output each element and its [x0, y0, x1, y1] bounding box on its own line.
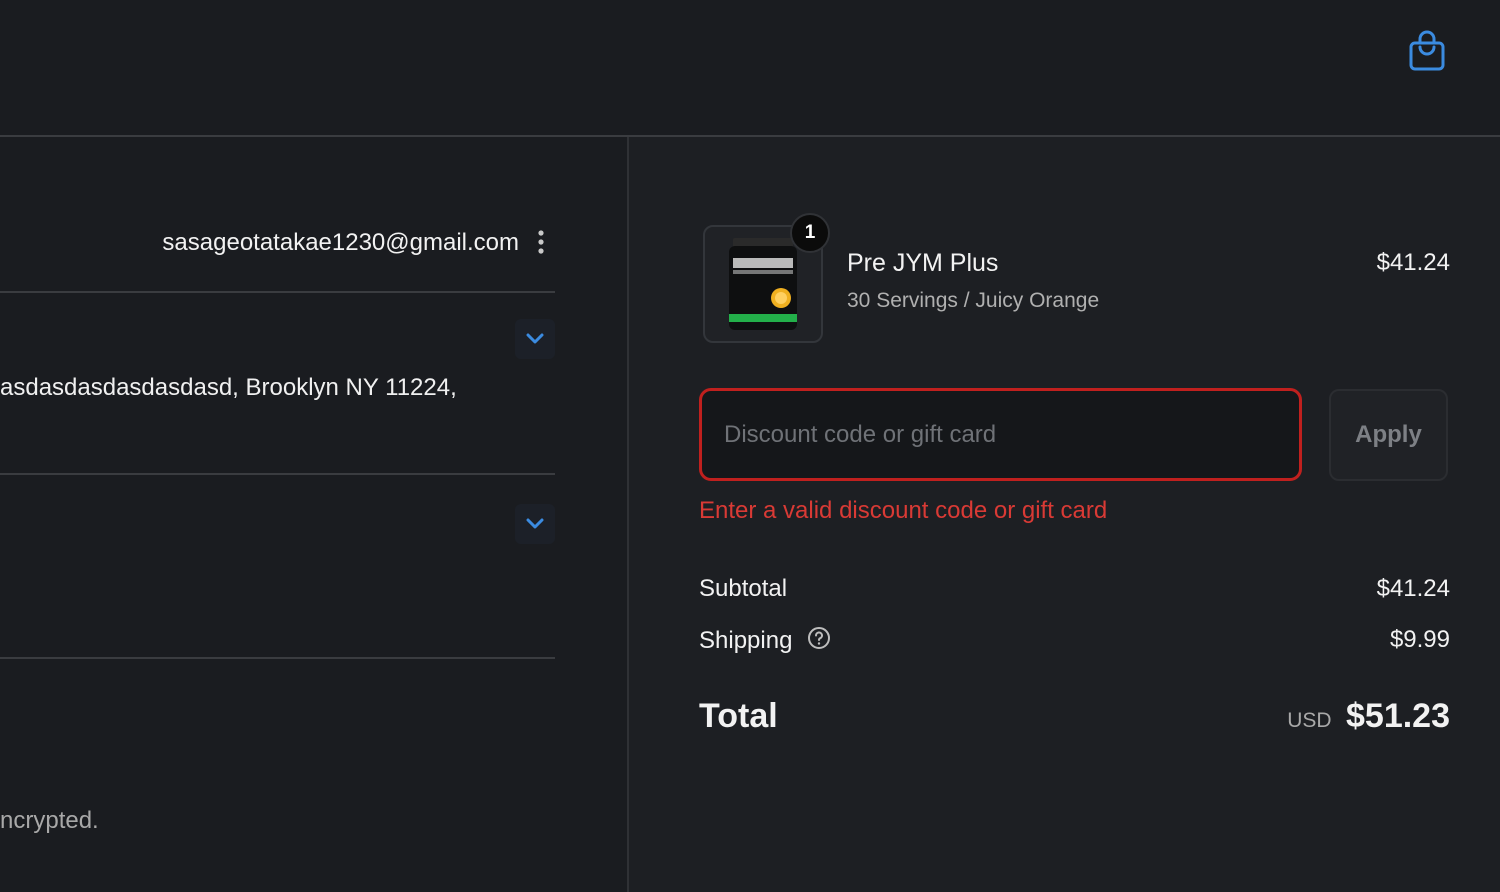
quantity-badge: 1: [790, 213, 830, 253]
help-icon[interactable]: [807, 626, 831, 657]
checkout-page: sasageotatakae1230@gmail.com asdasdasdas…: [0, 0, 1500, 892]
kebab-menu-icon: [538, 230, 544, 254]
order-summary: 1 Pre JYM Plus 30 Servings / Juicy Orang…: [629, 137, 1500, 892]
checkout-header: [0, 0, 1500, 137]
shipping-label: Shipping: [699, 626, 793, 654]
question-circle-icon: [808, 627, 831, 649]
apply-discount-button[interactable]: Apply: [1329, 389, 1448, 481]
contact-row: sasageotatakae1230@gmail.com: [0, 221, 555, 263]
shipping-method-expand-button[interactable]: [515, 504, 555, 544]
subtotal-label: Subtotal: [699, 575, 788, 602]
section-divider: [0, 473, 555, 475]
total-value: $51.23: [1346, 697, 1450, 735]
shipping-row: Shipping: [699, 626, 831, 657]
chevron-down-icon: [526, 333, 544, 344]
section-divider: [0, 291, 555, 293]
checkout-form-column: sasageotatakae1230@gmail.com asdasdasdas…: [0, 137, 629, 892]
contact-email: sasageotatakae1230@gmail.com: [162, 229, 519, 256]
chevron-down-icon: [526, 518, 544, 529]
total-label: Total: [699, 697, 778, 735]
shopping-bag-icon: [1409, 30, 1445, 71]
shipping-address: asdasdasdasdasdasd, Brooklyn NY 11224,: [0, 374, 457, 401]
product-image: [729, 238, 797, 330]
currency-code: USD: [1287, 709, 1332, 732]
discount-error-message: Enter a valid discount code or gift card: [699, 497, 1108, 524]
product-variant: 30 Servings / Juicy Orange: [847, 289, 1100, 312]
security-note: ncrypted.: [0, 807, 99, 834]
contact-menu-button[interactable]: [529, 225, 553, 259]
discount-code-input[interactable]: [699, 388, 1302, 481]
section-divider: [0, 657, 555, 659]
subtotal-value: $41.24: [1376, 575, 1450, 602]
total-amount: USD $51.23: [1287, 697, 1450, 736]
product-price: $41.24: [1376, 249, 1450, 276]
cart-button[interactable]: [1404, 26, 1450, 76]
shipping-value: $9.99: [1389, 626, 1450, 653]
address-expand-button[interactable]: [515, 319, 555, 359]
product-name: Pre JYM Plus: [847, 249, 999, 277]
